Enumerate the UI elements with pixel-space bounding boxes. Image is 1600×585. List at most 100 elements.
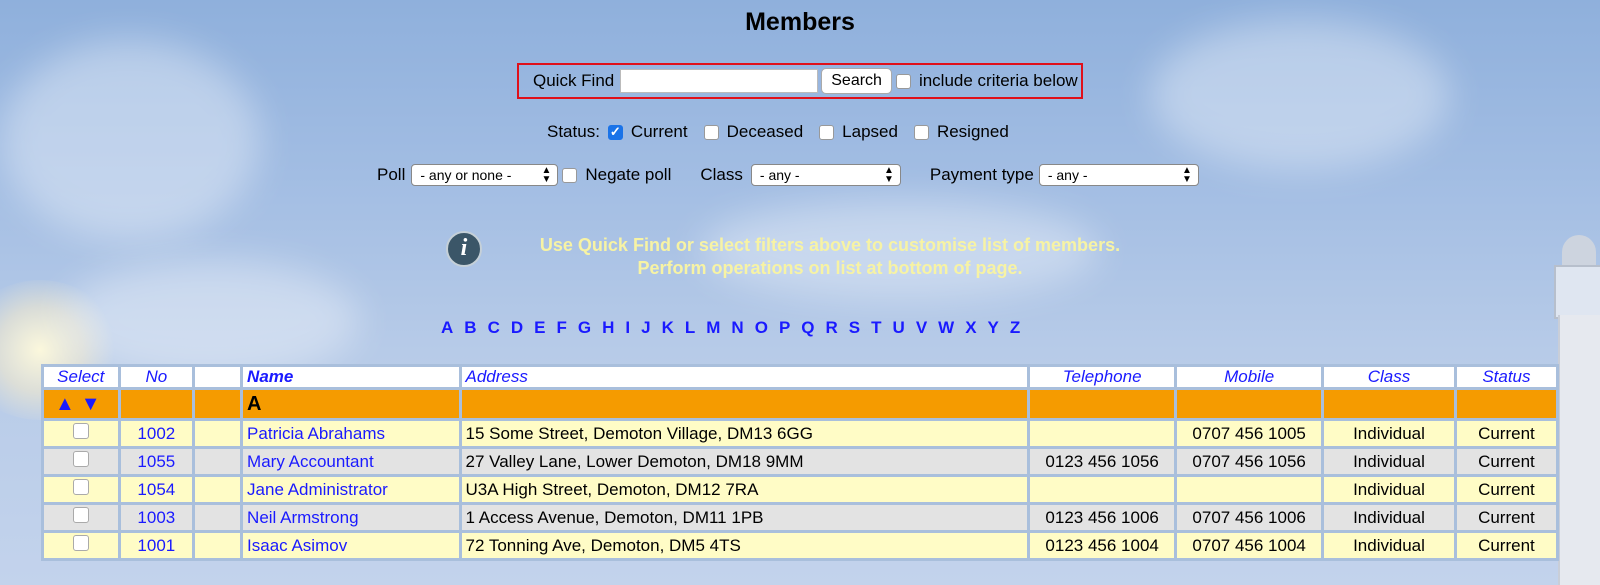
alpha-link[interactable]: G	[578, 318, 591, 338]
quick-find-input[interactable]	[620, 69, 819, 93]
alpha-link[interactable]: X	[965, 318, 976, 338]
select-all-arrows[interactable]: ▲▼	[41, 387, 121, 421]
alpha-link[interactable]: K	[662, 318, 674, 338]
alpha-link[interactable]: O	[755, 318, 768, 338]
status-label: Status:	[547, 122, 600, 141]
telephone-cell	[1027, 418, 1178, 449]
mobile-cell: 0707 456 1004	[1174, 530, 1325, 561]
alpha-link[interactable]: W	[938, 318, 954, 338]
alpha-link[interactable]: Y	[988, 318, 999, 338]
alpha-link[interactable]: L	[685, 318, 695, 338]
member-name-link[interactable]: Jane Administrator	[247, 480, 388, 499]
alpha-link[interactable]: P	[779, 318, 790, 338]
background-cloud	[0, 40, 260, 240]
mobile-cell: 0707 456 1005	[1174, 418, 1325, 449]
alpha-link[interactable]: D	[511, 318, 523, 338]
status-cell: Current	[1453, 446, 1560, 477]
address-cell: 72 Tonning Ave, Demoton, DM5 4TS	[458, 530, 1031, 561]
payment-type-select-value: - any -	[1047, 167, 1088, 183]
alpha-link[interactable]: F	[556, 318, 566, 338]
col-select-header[interactable]: Select	[41, 364, 121, 390]
select-arrows-icon: ▲ ▼	[1181, 165, 1192, 185]
status-deceased-checkbox[interactable]	[703, 124, 719, 140]
alpha-link[interactable]: H	[602, 318, 614, 338]
col-address-header[interactable]: Address	[458, 364, 1031, 390]
row-select-checkbox[interactable]	[72, 535, 89, 551]
status-resigned-option[interactable]: Resigned	[913, 122, 1009, 142]
quick-find-label: Quick Find	[533, 71, 615, 90]
col-class-header[interactable]: Class	[1321, 364, 1457, 390]
telephone-cell: 0123 456 1056	[1027, 446, 1178, 477]
search-button[interactable]: Search	[821, 68, 892, 94]
class-cell: Individual	[1321, 474, 1457, 505]
alpha-link[interactable]: A	[441, 318, 453, 338]
status-filter: Status: Current Deceased Lapsed Resigned	[547, 122, 1009, 142]
member-number-link[interactable]: 1002	[137, 424, 175, 443]
row-select-checkbox[interactable]	[72, 451, 89, 467]
status-lapsed-option[interactable]: Lapsed	[819, 122, 898, 142]
status-deceased-option[interactable]: Deceased	[703, 122, 803, 142]
alphabet-nav: A B C D E F G H I J K L M N O P Q R S T …	[441, 318, 1031, 338]
mobile-cell	[1174, 474, 1325, 505]
row-select-checkbox[interactable]	[72, 507, 89, 523]
poll-select[interactable]: - any or none - ▲ ▼	[411, 164, 559, 186]
status-cell: Current	[1453, 502, 1560, 533]
payment-type-select[interactable]: - any - ▲ ▼	[1038, 164, 1199, 186]
telephone-cell: 0123 456 1006	[1027, 502, 1178, 533]
telephone-cell	[1027, 474, 1178, 505]
alpha-link[interactable]: E	[534, 318, 545, 338]
row-select-checkbox[interactable]	[72, 423, 89, 439]
alpha-link[interactable]: M	[706, 318, 720, 338]
status-resigned-label: Resigned	[936, 122, 1009, 141]
group-row: ▲▼ A	[41, 387, 1560, 421]
alpha-link[interactable]: S	[849, 318, 860, 338]
alpha-link[interactable]: B	[464, 318, 476, 338]
col-telephone-header[interactable]: Telephone	[1027, 364, 1178, 390]
status-current-option[interactable]: Current	[607, 122, 688, 142]
negate-poll-checkbox[interactable]	[562, 167, 578, 183]
class-cell: Individual	[1321, 502, 1457, 533]
include-criteria-checkbox[interactable]	[895, 73, 911, 89]
row-select-checkbox[interactable]	[72, 479, 89, 495]
status-cell: Current	[1453, 474, 1560, 505]
status-current-checkbox[interactable]	[607, 124, 623, 140]
sort-arrows-icon[interactable]: ▲▼	[55, 393, 107, 415]
member-name-link[interactable]: Patricia Abrahams	[247, 424, 385, 443]
class-select[interactable]: - any - ▲ ▼	[750, 164, 901, 186]
col-no-header[interactable]: No	[117, 364, 196, 390]
col-mobile-header[interactable]: Mobile	[1174, 364, 1325, 390]
alpha-link[interactable]: N	[731, 318, 743, 338]
class-select-value: - any -	[759, 167, 800, 183]
alpha-link[interactable]: Z	[1010, 318, 1020, 338]
member-number-link[interactable]: 1055	[137, 452, 175, 471]
member-name-link[interactable]: Mary Accountant	[247, 452, 374, 471]
member-name-link[interactable]: Neil Armstrong	[247, 508, 358, 527]
member-number-link[interactable]: 1003	[137, 508, 175, 527]
alpha-link[interactable]: I	[625, 318, 630, 338]
payment-type-label: Payment type	[929, 165, 1034, 184]
telephone-cell: 0123 456 1004	[1027, 530, 1178, 561]
member-name-link[interactable]: Isaac Asimov	[247, 536, 347, 555]
member-number-link[interactable]: 1001	[137, 536, 175, 555]
select-arrows-icon: ▲ ▼	[541, 165, 552, 185]
poll-select-value: - any or none -	[420, 167, 512, 183]
alpha-link[interactable]: Q	[801, 318, 814, 338]
alpha-link[interactable]: C	[488, 318, 500, 338]
alpha-link[interactable]: T	[871, 318, 881, 338]
status-cell: Current	[1453, 418, 1560, 449]
col-name-header[interactable]: Name	[240, 364, 462, 390]
status-resigned-checkbox[interactable]	[913, 124, 929, 140]
table-row: 1002 Patricia Abrahams 15 Some Street, D…	[41, 418, 1560, 449]
status-lapsed-checkbox[interactable]	[819, 124, 835, 140]
address-cell: U3A High Street, Demoton, DM12 7RA	[458, 474, 1031, 505]
info-line-2: Perform operations on list at bottom of …	[637, 258, 1023, 278]
alpha-link[interactable]: R	[826, 318, 838, 338]
col-status-header[interactable]: Status	[1453, 364, 1560, 390]
poll-label: Poll	[377, 165, 406, 184]
alpha-link[interactable]: J	[641, 318, 650, 338]
member-number-link[interactable]: 1054	[137, 480, 175, 499]
alpha-link[interactable]: V	[916, 318, 927, 338]
status-cell: Current	[1453, 530, 1560, 561]
table-row: 1003 Neil Armstrong 1 Access Avenue, Dem…	[41, 502, 1560, 533]
alpha-link[interactable]: U	[893, 318, 905, 338]
